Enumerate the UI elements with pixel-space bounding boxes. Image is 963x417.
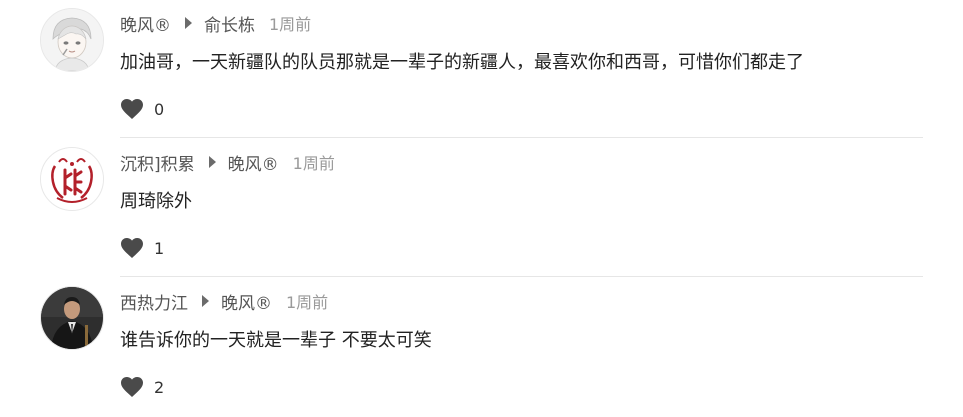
author-name[interactable]: 沉积]积累 bbox=[120, 150, 195, 175]
reply-arrow-icon bbox=[202, 295, 209, 307]
comment-meta: 晚风® 俞长栋 1周前 bbox=[120, 11, 312, 36]
heart-icon[interactable] bbox=[120, 237, 144, 259]
heart-icon[interactable] bbox=[120, 376, 144, 398]
avatar[interactable] bbox=[40, 8, 104, 72]
like-area[interactable]: 1 bbox=[120, 237, 164, 259]
like-count: 1 bbox=[154, 238, 165, 258]
like-count: 2 bbox=[154, 377, 165, 397]
divider bbox=[120, 137, 923, 138]
like-area[interactable]: 0 bbox=[120, 98, 164, 120]
avatar[interactable] bbox=[40, 147, 104, 211]
comment-meta: 沉积]积累 晚风® 1周前 bbox=[120, 150, 335, 175]
comment-meta: 西热力江 晚风® 1周前 bbox=[120, 289, 329, 314]
author-name[interactable]: 西热力江 bbox=[120, 289, 188, 314]
author-name[interactable]: 晚风® bbox=[120, 11, 171, 36]
comment-text: 谁告诉你的一天就是一辈子 不要太可笑 bbox=[120, 330, 432, 351]
comment-item: 沉积]积累 晚风® 1周前 周琦除外 1 bbox=[0, 139, 963, 277]
avatar[interactable] bbox=[40, 286, 104, 350]
reply-arrow-icon bbox=[185, 17, 192, 29]
reply-to-name[interactable]: 俞长栋 bbox=[204, 11, 255, 36]
comment-time: 1周前 bbox=[286, 293, 329, 312]
comment-text: 周琦除外 bbox=[120, 191, 192, 212]
man-in-suit-avatar-icon bbox=[41, 287, 103, 349]
reply-to-name[interactable]: 晚风® bbox=[221, 289, 272, 314]
reply-arrow-icon bbox=[208, 156, 216, 168]
team-logo-avatar-icon bbox=[41, 148, 103, 210]
comment-time: 1周前 bbox=[292, 154, 335, 173]
heart-icon[interactable] bbox=[120, 98, 144, 120]
comment-text: 加油哥，一天新疆队的队员那就是一辈子的新疆人，最喜欢你和西哥，可惜你们都走了 bbox=[120, 52, 804, 73]
comment-item: 西热力江 晚风® 1周前 谁告诉你的一天就是一辈子 不要太可笑 2 bbox=[0, 278, 963, 416]
anime-boy-avatar-icon bbox=[41, 9, 103, 71]
like-area[interactable]: 2 bbox=[120, 376, 164, 398]
like-count: 0 bbox=[154, 99, 165, 119]
divider bbox=[120, 276, 923, 277]
comment-item: 晚风® 俞长栋 1周前 加油哥，一天新疆队的队员那就是一辈子的新疆人，最喜欢你和… bbox=[0, 0, 963, 138]
comment-time: 1周前 bbox=[269, 15, 312, 34]
reply-to-name[interactable]: 晚风® bbox=[228, 150, 279, 175]
